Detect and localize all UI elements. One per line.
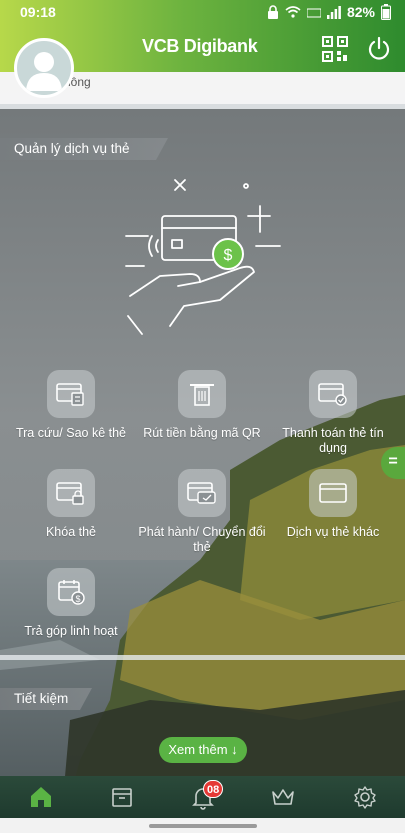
card-other-icon: [319, 483, 347, 503]
status-icons: 82%: [267, 4, 391, 20]
service-item-issue-card[interactable]: Phát hành/ Chuyển đổi thẻ: [137, 469, 267, 555]
battery-icon: [381, 4, 391, 20]
card-issue-icon: [187, 482, 216, 504]
card-lock-icon: [56, 482, 84, 505]
service-tile: [47, 370, 95, 418]
service-tile: [178, 469, 226, 517]
app-brand: VCB Digibank: [142, 36, 258, 56]
lock-icon: [267, 5, 278, 19]
inbox-icon[interactable]: [109, 784, 135, 810]
card-statement-icon: [56, 383, 84, 406]
service-label: Rút tiền bằng mã QR: [143, 426, 261, 440]
settings-icon[interactable]: [352, 784, 378, 810]
power-icon[interactable]: [366, 36, 392, 62]
service-item-credit-pay[interactable]: Thanh toán thẻ tín dụng: [268, 370, 398, 456]
see-more-button[interactable]: Xem thêm ↓: [159, 737, 247, 763]
card-payment-illustration: $: [125, 179, 281, 335]
divider: [0, 655, 405, 660]
side-menu-tab[interactable]: =: [381, 447, 405, 479]
section-title-card-services: Quản lý dịch vụ thẻ: [0, 138, 168, 160]
service-label: Tra cứu/ Sao kê thẻ: [15, 426, 127, 440]
status-time: 09:18: [20, 4, 56, 20]
signal-icon: [326, 5, 341, 19]
service-label: Phát hành/ Chuyển đổi thẻ: [138, 525, 266, 554]
svg-text:$: $: [75, 594, 80, 604]
status-bar: 09:18 82%: [0, 0, 405, 24]
card-pay-icon: [318, 383, 347, 406]
avatar[interactable]: [14, 38, 74, 98]
section-title-savings: Tiết kiệm: [0, 688, 92, 710]
volte-icon: [306, 8, 321, 17]
service-item-other-card[interactable]: Dịch vụ thẻ khác: [268, 469, 398, 540]
divider: [0, 104, 405, 109]
installment-icon: $: [58, 580, 85, 605]
service-label: Thanh toán thẻ tín dụng: [282, 426, 384, 455]
user-icon: [26, 52, 62, 91]
service-tile: $: [47, 568, 95, 616]
service-label: Trả góp linh hoạt: [24, 624, 118, 638]
service-tile: [309, 469, 357, 517]
bottom-nav: [0, 776, 405, 818]
service-item-installment[interactable]: $ Trả góp linh hoạt: [6, 568, 136, 639]
notification-badge: 08: [203, 780, 224, 798]
service-item-statement[interactable]: Tra cứu/ Sao kê thẻ: [6, 370, 136, 441]
qr-code-icon[interactable]: [322, 36, 348, 62]
crown-icon[interactable]: [270, 784, 296, 810]
service-tile: [178, 370, 226, 418]
service-tile: [47, 469, 95, 517]
wifi-icon: [285, 5, 301, 18]
svg-text:$: $: [224, 247, 233, 264]
service-tile: [309, 370, 357, 418]
home-icon[interactable]: [28, 784, 54, 810]
atm-withdraw-icon: [190, 384, 214, 406]
service-item-lock-card[interactable]: Khóa thẻ: [6, 469, 136, 540]
service-item-qr-withdraw[interactable]: Rút tiền bằng mã QR: [137, 370, 267, 441]
service-label: Khóa thẻ: [45, 525, 97, 539]
service-label: Dịch vụ thẻ khác: [286, 525, 380, 539]
battery-percent: 82%: [346, 4, 375, 20]
home-indicator[interactable]: [149, 824, 257, 828]
